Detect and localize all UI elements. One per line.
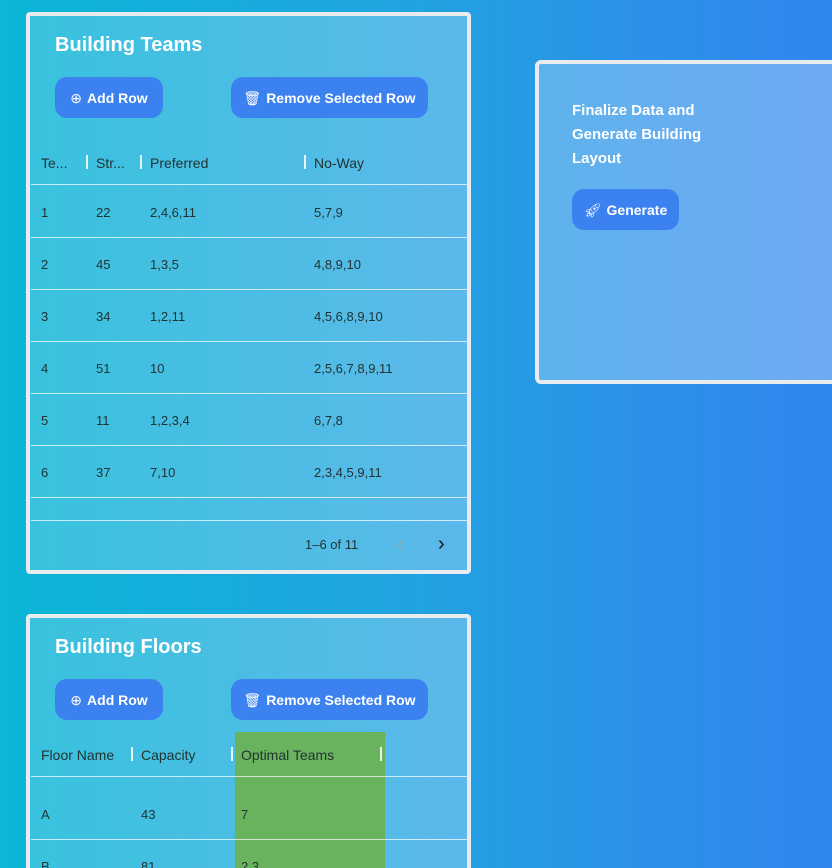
cell-floor-name: B	[41, 858, 50, 868]
cell-preferred: 1,2,11	[150, 308, 186, 324]
table-row[interactable]: B 81 2,3	[31, 840, 467, 868]
column-header-capacity[interactable]: Capacity	[141, 732, 195, 777]
column-resize-handle[interactable]	[231, 747, 233, 761]
cell-strength: 11	[96, 412, 110, 428]
column-resize-handle[interactable]	[304, 155, 306, 169]
generate-panel: Finalize Data and Generate Building Layo…	[535, 60, 832, 384]
cell-team: 3	[41, 308, 49, 324]
floors-title: Building Floors	[55, 636, 202, 658]
floors-panel: Building Floors ⊕ Add Row 🗑︎ Remove Sele…	[26, 614, 471, 868]
column-resize-handle[interactable]	[131, 747, 133, 761]
chevron-left-icon[interactable]: ‹	[397, 533, 404, 556]
teams-panel: Building Teams ⊕ Add Row 🗑︎ Remove Selec…	[26, 12, 471, 574]
cell-no-way: 5,7,9	[314, 204, 343, 220]
cell-preferred: 2,4,6,11	[150, 204, 197, 220]
cell-team: 5	[41, 412, 49, 428]
floors-remove-row-button[interactable]: 🗑︎ Remove Selected Row	[231, 679, 428, 720]
cell-preferred: 7,10	[150, 464, 176, 480]
cell-preferred: 10	[150, 360, 165, 376]
cell-strength: 22	[96, 204, 111, 220]
generate-button[interactable]: 🚀︎ Generate	[572, 189, 679, 230]
column-resize-handle[interactable]	[86, 155, 88, 169]
plus-circle-icon: ⊕	[70, 89, 83, 106]
cell-preferred: 1,3,5	[150, 256, 179, 272]
cell-optimal-teams: 2,3	[241, 858, 260, 868]
teams-add-row-label: Add Row	[87, 89, 148, 106]
plus-circle-icon: ⊕	[70, 691, 83, 708]
column-resize-handle[interactable]	[140, 155, 142, 169]
cell-no-way: 4,8,9,10	[314, 256, 361, 272]
cell-capacity: 81	[141, 858, 156, 868]
teams-remove-row-label: Remove Selected Row	[266, 89, 416, 106]
table-row[interactable]: 3 34 1,2,11 4,5,6,8,9,10	[31, 290, 467, 342]
teams-pagination: 1–6 of 11 ‹ ›	[31, 520, 467, 570]
cell-no-way: 2,3,4,5,9,11	[314, 464, 382, 480]
cell-team: 6	[41, 464, 49, 480]
cell-floor-name: A	[41, 806, 50, 822]
pagination-label: 1–6 of 11	[305, 537, 359, 552]
floors-add-row-button[interactable]: ⊕ Add Row	[55, 679, 163, 720]
cell-strength: 37	[96, 464, 111, 480]
cell-strength: 45	[96, 256, 111, 272]
floors-add-row-label: Add Row	[87, 691, 148, 708]
teams-remove-row-button[interactable]: 🗑︎ Remove Selected Row	[231, 77, 428, 118]
cell-team: 1	[41, 204, 49, 220]
trash-icon: 🗑︎	[243, 89, 262, 106]
table-row[interactable]: 6 37 7,10 2,3,4,5,9,11	[31, 446, 467, 498]
cell-no-way: 4,5,6,8,9,10	[314, 308, 383, 324]
generate-instructions: Finalize Data and Generate Building Layo…	[572, 102, 702, 167]
cell-no-way: 2,5,6,7,8,9,11	[314, 360, 393, 376]
cell-capacity: 43	[141, 806, 156, 822]
table-row[interactable]: 1 22 2,4,6,11 5,7,9	[31, 186, 467, 238]
cell-strength: 34	[96, 308, 111, 324]
column-header-team[interactable]: Te...	[41, 140, 67, 185]
column-header-no-way[interactable]: No-Way	[314, 140, 364, 185]
generate-button-label: Generate	[606, 201, 668, 218]
column-header-floor-name[interactable]: Floor Name	[41, 732, 114, 777]
table-row[interactable]: 2 45 1,3,5 4,8,9,10	[31, 238, 467, 290]
teams-add-row-button[interactable]: ⊕ Add Row	[55, 77, 163, 118]
floors-grid-header: Floor Name Capacity Optimal Teams	[31, 732, 467, 777]
chevron-right-icon[interactable]: ›	[438, 533, 445, 556]
column-header-preferred[interactable]: Preferred	[150, 140, 208, 185]
column-header-optimal-teams[interactable]: Optimal Teams	[241, 732, 334, 777]
floors-remove-row-label: Remove Selected Row	[266, 691, 416, 708]
table-row[interactable]: A 43 7	[31, 788, 467, 840]
table-row[interactable]: 4 51 10 2,5,6,7,8,9,11	[31, 342, 467, 394]
table-row[interactable]: 5 11 1,2,3,4 6,7,8	[31, 394, 467, 446]
trash-icon: 🗑︎	[243, 691, 262, 708]
cell-strength: 51	[96, 360, 111, 376]
teams-title: Building Teams	[55, 34, 203, 56]
cell-optimal-teams: 7	[241, 806, 249, 822]
cell-preferred: 1,2,3,4	[150, 412, 190, 428]
column-header-strength[interactable]: Str...	[96, 140, 125, 185]
cell-team: 4	[41, 360, 49, 376]
cell-team: 2	[41, 256, 49, 272]
column-resize-handle[interactable]	[380, 747, 382, 761]
teams-grid-header: Te... Str... Preferred No-Way	[31, 140, 467, 185]
rocket-icon: 🚀︎	[583, 201, 602, 218]
cell-no-way: 6,7,8	[314, 412, 343, 428]
